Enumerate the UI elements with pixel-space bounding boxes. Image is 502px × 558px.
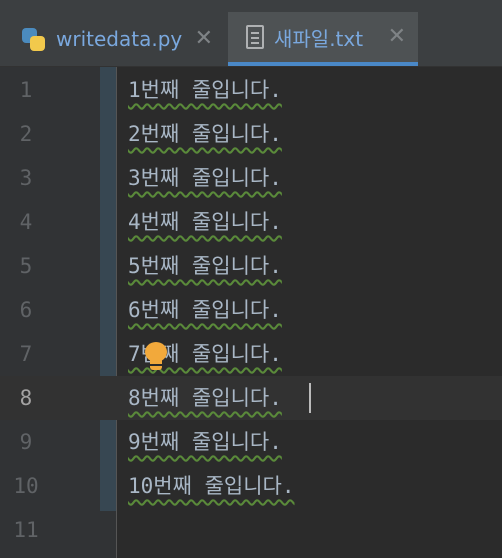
text-cursor [309, 383, 311, 413]
editor-line[interactable]: 1 1번째 줄입니다. [0, 68, 502, 112]
line-number: 1 [19, 78, 33, 102]
close-icon[interactable]: ✕ [195, 28, 213, 50]
line-text[interactable]: 6번째 줄입니다. [128, 288, 282, 332]
editor-line[interactable]: 9 9번째 줄입니다. [0, 420, 502, 464]
close-icon[interactable]: ✕ [388, 26, 406, 48]
lightbulb-icon[interactable] [143, 342, 169, 372]
line-text[interactable]: 3번째 줄입니다. [128, 156, 282, 200]
line-text[interactable]: 1번째 줄입니다. [128, 68, 282, 112]
tab-new-file-txt[interactable]: 새파일.txt ✕ [228, 12, 418, 66]
line-text[interactable]: 9번째 줄입니다. [128, 420, 282, 464]
text-file-icon [246, 25, 264, 49]
editor-line[interactable]: 6 6번째 줄입니다. [0, 288, 502, 332]
line-number: 8 [19, 386, 33, 410]
line-number: 3 [19, 166, 33, 190]
line-number: 7 [19, 342, 33, 366]
editor-line[interactable]: 7 7번째 줄입니다. [0, 332, 502, 376]
editor-line[interactable]: 10 10번째 줄입니다. [0, 464, 502, 508]
editor-line[interactable]: 4 4번째 줄입니다. [0, 200, 502, 244]
editor-line[interactable]: 3 3번째 줄입니다. [0, 156, 502, 200]
editor-line[interactable]: 8 8번째 줄입니다. [0, 376, 502, 420]
editor-line[interactable]: 2 2번째 줄입니다. [0, 112, 502, 156]
line-text[interactable]: 8번째 줄입니다. [128, 376, 282, 420]
tab-label: 새파일.txt [274, 26, 364, 51]
line-number: 2 [19, 122, 33, 146]
python-file-icon [20, 26, 46, 52]
line-number: 5 [19, 254, 33, 278]
line-text[interactable]: 10번째 줄입니다. [128, 464, 295, 508]
tab-label: writedata.py [56, 27, 183, 51]
tab-writedata-py[interactable]: writedata.py ✕ [0, 12, 225, 66]
line-number: 6 [19, 298, 33, 322]
line-number: 4 [19, 210, 33, 234]
line-number: 10 [13, 474, 39, 498]
line-text[interactable]: 2번째 줄입니다. [128, 112, 282, 156]
line-text[interactable]: 5번째 줄입니다. [128, 244, 282, 288]
editor-tab-bar: writedata.py ✕ 새파일.txt ✕ [0, 0, 502, 67]
editor-line[interactable]: 5 5번째 줄입니다. [0, 244, 502, 288]
editor-line[interactable]: 11 [0, 508, 502, 552]
line-number: 11 [13, 518, 39, 542]
line-number: 9 [19, 430, 33, 454]
line-text[interactable]: 4번째 줄입니다. [128, 200, 282, 244]
